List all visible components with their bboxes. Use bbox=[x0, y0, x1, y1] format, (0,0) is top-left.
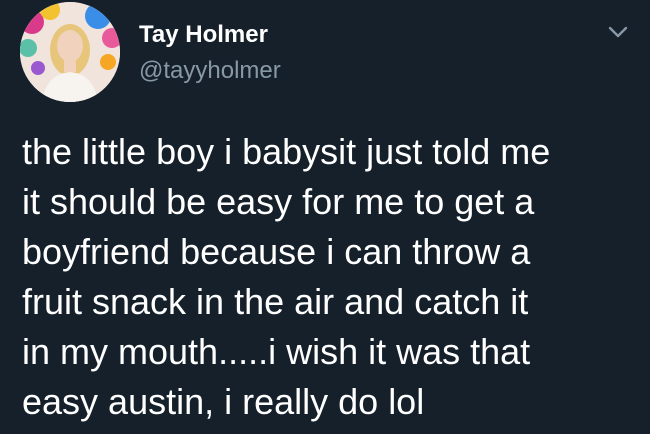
tweet-text-line: it should be easy for me to get a bbox=[22, 181, 535, 222]
avatar[interactable] bbox=[20, 2, 120, 102]
tweet-text: the little boy i babysit just told me it… bbox=[22, 127, 642, 427]
chevron-down-icon[interactable] bbox=[606, 22, 630, 42]
tweet-text-line: easy austin, i really do lol bbox=[22, 381, 425, 422]
tweet-text-line: in my mouth.....i wish it was that bbox=[22, 331, 531, 372]
tweet-text-line: the little boy i babysit just told me bbox=[22, 131, 551, 172]
author-handle[interactable]: @tayyholmer bbox=[139, 56, 281, 86]
author-display-name[interactable]: Tay Holmer bbox=[139, 20, 268, 50]
tweet-text-line: boyfriend because i can throw a bbox=[22, 231, 531, 272]
tweet-text-line: fruit snack in the air and catch it bbox=[22, 281, 529, 322]
avatar-image bbox=[20, 2, 120, 102]
tweet-card: Tay Holmer @tayyholmer the little boy i … bbox=[0, 0, 650, 434]
